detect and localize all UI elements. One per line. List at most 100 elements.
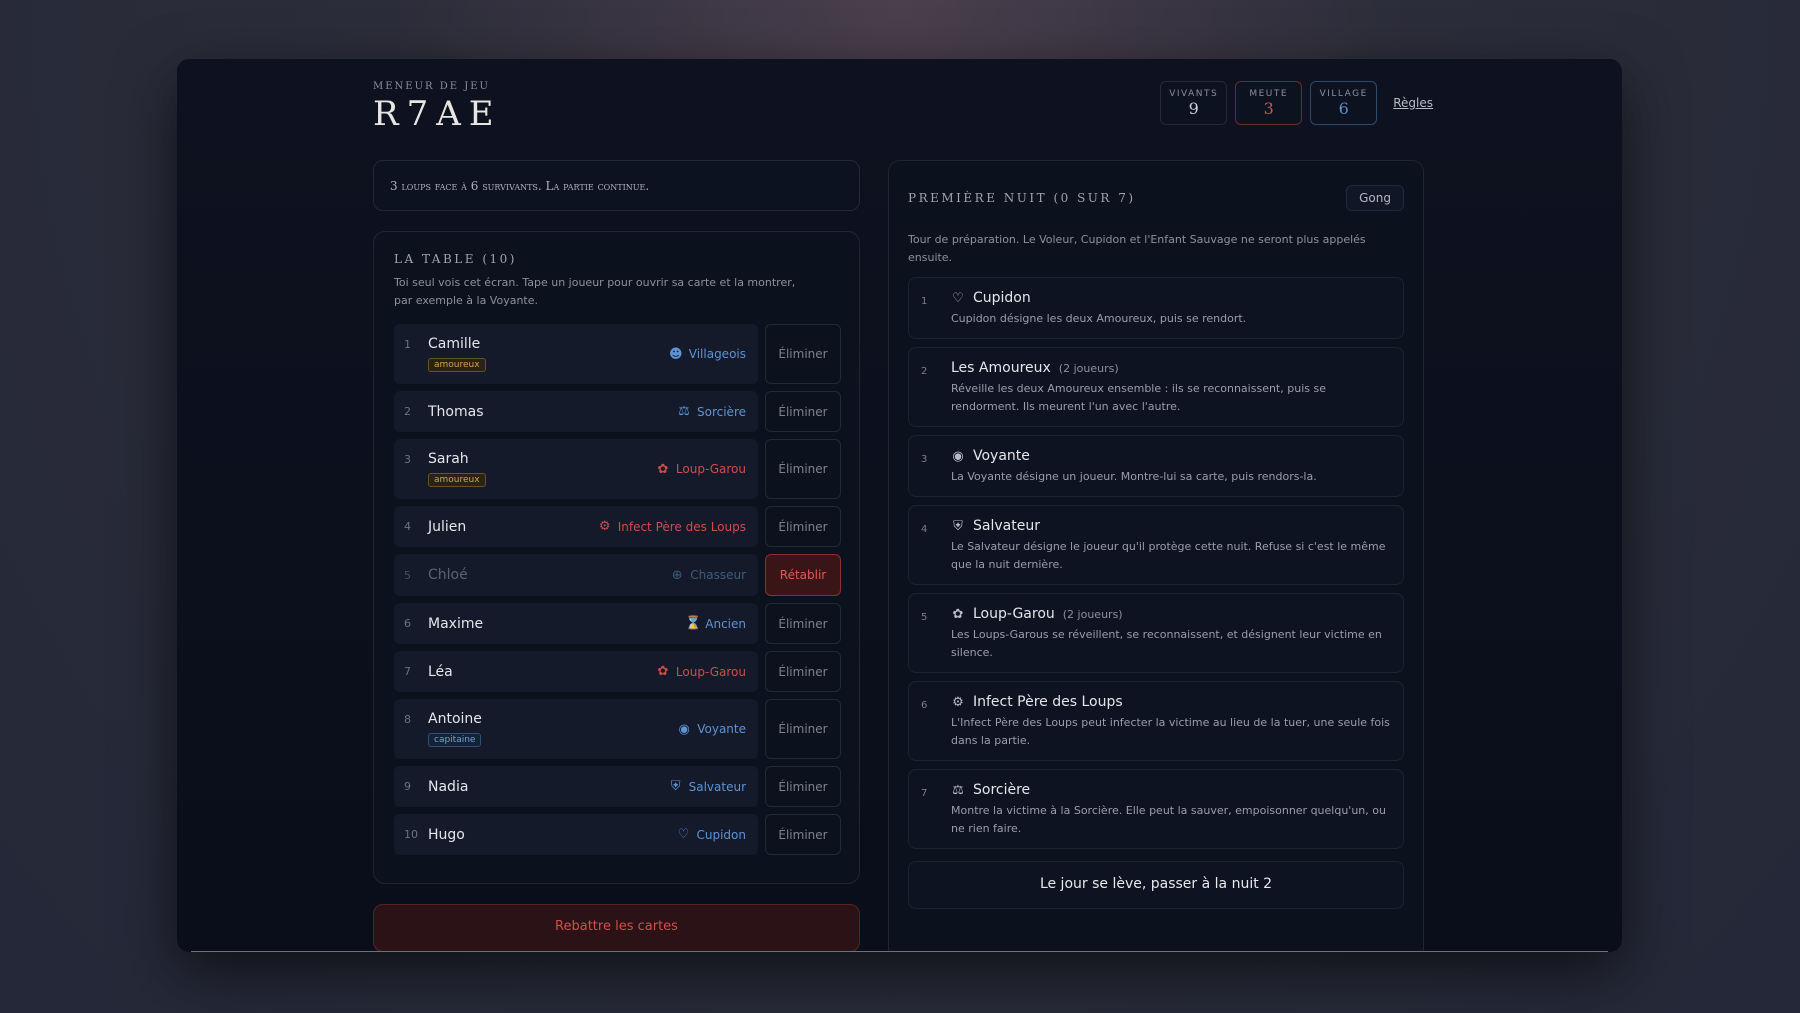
step-title: Infect Père des Loups [973, 694, 1123, 710]
player-info: Sarah amoureux [428, 451, 656, 487]
night-step[interactable]: 4 ⛨ Salvateur Le Salvateur désigne le jo… [908, 505, 1404, 585]
step-number: 1 [921, 296, 928, 307]
crosshair-icon: ⊕ [671, 567, 683, 583]
step-title-row: Les Amoureux (2 joueurs) [951, 360, 1391, 376]
player-row[interactable]: 10 Hugo ♡ Cupidon Éliminer [394, 814, 841, 855]
player-row[interactable]: 3 Sarah amoureux ✿ Loup-Garou Éliminer [394, 439, 841, 499]
eliminate-button[interactable]: Éliminer [765, 603, 841, 644]
stat-value: 6 [1338, 99, 1349, 118]
player-row[interactable]: 8 Antoine capitaine ◉ Voyante Éliminer [394, 699, 841, 759]
role-label: Ancien [705, 616, 746, 631]
hourglass-icon: ⌛ [685, 616, 702, 631]
player-role: ◉ Voyante [677, 722, 746, 737]
table-title: La table (10) [394, 252, 517, 266]
player-card[interactable]: 7 Léa ✿ Loup-Garou [394, 651, 758, 692]
player-role: ♡ Cupidon [677, 827, 747, 842]
stat-meute: Meute 3 [1235, 81, 1303, 125]
night-description: Tour de préparation. Le Voleur, Cupidon … [908, 233, 1366, 264]
player-name: Chloé [428, 567, 468, 583]
player-row[interactable]: 5 Chloé ⊕ Chasseur Rétablir [394, 554, 841, 596]
stat-label: Meute [1249, 89, 1289, 99]
gong-button[interactable]: Gong [1346, 185, 1404, 211]
step-text: Les Loups-Garous se réveillent, se recon… [951, 628, 1382, 659]
step-title-row: ◉ Voyante [951, 448, 1391, 464]
player-card[interactable]: 5 Chloé ⊕ Chasseur [394, 554, 758, 596]
player-card[interactable]: 9 Nadia ⛨ Salvateur [394, 766, 758, 807]
eliminate-button[interactable]: Éliminer [765, 651, 841, 692]
eye-icon: ◉ [678, 721, 690, 737]
stat-value: 3 [1263, 99, 1274, 118]
eliminate-button[interactable]: Éliminer [765, 699, 841, 759]
step-number: 5 [921, 612, 928, 623]
player-card[interactable]: 10 Hugo ♡ Cupidon [394, 814, 758, 855]
night-header: Première nuit (0 sur 7) Gong [908, 185, 1404, 211]
status-banner: 3 loups face à 6 survivants. La partie c… [373, 160, 860, 211]
paw-icon: ✿ [657, 461, 669, 477]
player-info: Julien [428, 519, 598, 535]
player-row[interactable]: 9 Nadia ⛨ Salvateur Éliminer [394, 766, 841, 807]
night-step[interactable]: 5 ✿ Loup-Garou (2 joueurs) Les Loups-Gar… [908, 593, 1404, 673]
role-label: Villageois [688, 347, 746, 361]
eliminate-button[interactable]: Éliminer [765, 814, 841, 855]
heart-icon: ♡ [952, 290, 964, 306]
flask-icon: ⚖ [952, 782, 964, 798]
person-icon: ☻ [668, 346, 683, 362]
player-info: Maxime [428, 616, 685, 632]
step-title: Sorcière [973, 782, 1031, 798]
player-info: Nadia [428, 779, 669, 795]
step-text: Montre la victime à la Sorcière. Elle pe… [951, 804, 1386, 835]
player-row[interactable]: 2 Thomas ⚖ Sorcière Éliminer [394, 391, 841, 432]
step-body: ⛨ Salvateur Le Salvateur désigne le joue… [951, 518, 1391, 574]
night-step[interactable]: 3 ◉ Voyante La Voyante désigne un joueur… [908, 435, 1404, 497]
player-card[interactable]: 8 Antoine capitaine ◉ Voyante [394, 699, 758, 759]
eliminate-button[interactable]: Éliminer [765, 439, 841, 499]
role-label: Loup-Garou [675, 462, 746, 476]
role-label: Cupidon [696, 827, 747, 842]
player-table: La table (10) Toi seul vois cet écran. T… [373, 231, 860, 884]
player-card[interactable]: 6 Maxime ⌛ Ancien [394, 603, 758, 644]
step-title: Les Amoureux [951, 360, 1051, 376]
restore-button[interactable]: Rétablir [765, 554, 841, 596]
player-number: 6 [404, 617, 411, 630]
step-count: (2 joueurs) [1058, 361, 1119, 375]
next-night-button[interactable]: Le jour se lève, passer à la nuit 2 [908, 861, 1404, 909]
rules-link[interactable]: Règles [1393, 96, 1433, 110]
player-badge: capitaine [428, 733, 482, 747]
redeal-button[interactable]: Rebattre les cartes [373, 904, 860, 952]
step-title: Salvateur [973, 518, 1040, 534]
shield-icon: ⛨ [670, 779, 681, 794]
night-step[interactable]: 6 ⚙ Infect Père des Loups L'Infect Père … [908, 681, 1404, 761]
eliminate-button[interactable]: Éliminer [765, 766, 841, 807]
player-number: 5 [404, 568, 411, 582]
step-count: (2 joueurs) [1062, 607, 1123, 621]
player-card[interactable]: 4 Julien ⚙ Infect Père des Loups [394, 506, 758, 547]
night-step[interactable]: 7 ⚖ Sorcière Montre la victime à la Sorc… [908, 769, 1404, 849]
player-info: Hugo [428, 827, 677, 843]
player-role: ✿ Loup-Garou [656, 664, 746, 679]
player-row[interactable]: 6 Maxime ⌛ Ancien Éliminer [394, 603, 841, 644]
player-row[interactable]: 7 Léa ✿ Loup-Garou Éliminer [394, 651, 841, 692]
paw-icon: ✿ [657, 664, 669, 679]
shield-icon: ⛨ [953, 518, 963, 534]
eliminate-button[interactable]: Éliminer [765, 324, 841, 384]
eliminate-button[interactable]: Éliminer [765, 391, 841, 432]
night-step[interactable]: 2 Les Amoureux (2 joueurs) Réveille les … [908, 347, 1404, 427]
player-row[interactable]: 4 Julien ⚙ Infect Père des Loups Élimine… [394, 506, 841, 547]
role-label: Sorcière [697, 404, 746, 419]
player-number: 1 [404, 338, 411, 351]
night-step[interactable]: 1 ♡ Cupidon Cupidon désigne les deux Amo… [908, 277, 1404, 339]
player-badge: amoureux [428, 473, 486, 487]
paw-icon: ✿ [952, 606, 964, 622]
player-card[interactable]: 1 Camille amoureux ☻ Villageois [394, 324, 758, 384]
player-name: Thomas [428, 403, 484, 420]
player-badge: amoureux [428, 358, 486, 372]
player-role: ☻ Villageois [669, 347, 746, 362]
eliminate-button[interactable]: Éliminer [765, 506, 841, 547]
step-body: ✿ Loup-Garou (2 joueurs) Les Loups-Garou… [951, 606, 1391, 662]
player-number: 2 [404, 405, 411, 418]
player-card[interactable]: 3 Sarah amoureux ✿ Loup-Garou [394, 439, 758, 499]
step-title-row: ♡ Cupidon [951, 290, 1391, 306]
player-card[interactable]: 2 Thomas ⚖ Sorcière [394, 391, 758, 432]
stat-village: Village 6 [1310, 81, 1378, 125]
player-row[interactable]: 1 Camille amoureux ☻ Villageois Éliminer [394, 324, 841, 384]
